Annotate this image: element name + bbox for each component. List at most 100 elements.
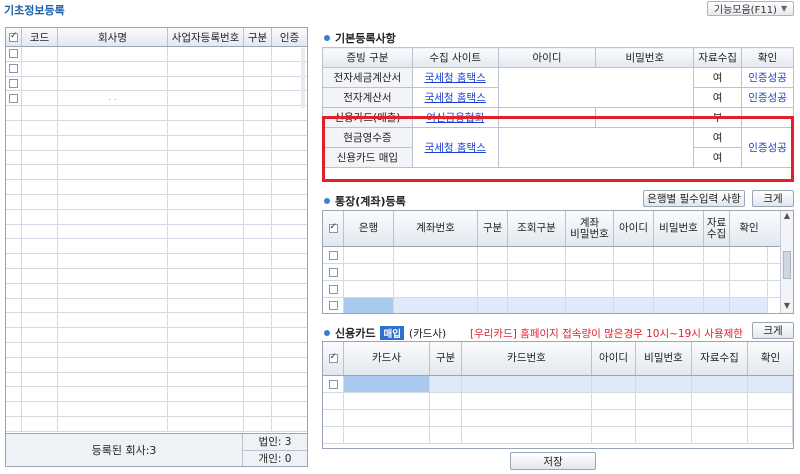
bank-expand-button[interactable]: 크게: [752, 190, 794, 207]
company-grid-scrollbar[interactable]: [301, 48, 305, 108]
division-cell[interactable]: [244, 239, 272, 254]
business-number-cell[interactable]: [168, 194, 244, 209]
row-checkbox[interactable]: [6, 328, 22, 342]
card-cell[interactable]: [430, 376, 462, 392]
company-name-cell[interactable]: [58, 165, 168, 180]
company-name-cell[interactable]: [58, 283, 168, 298]
row-checkbox[interactable]: [6, 76, 22, 91]
business-number-cell[interactable]: [168, 106, 244, 120]
division-cell[interactable]: [244, 120, 272, 135]
company-name-cell[interactable]: [58, 135, 168, 150]
hometax-link[interactable]: 국세청 홈택스: [425, 92, 486, 104]
bank-cell[interactable]: [654, 247, 704, 263]
company-name-cell[interactable]: [58, 180, 168, 194]
business-number-cell[interactable]: [168, 180, 244, 194]
code-cell[interactable]: [22, 150, 58, 165]
card-expand-button[interactable]: 크게: [752, 322, 794, 339]
bank-cell[interactable]: [478, 281, 508, 297]
row-checkbox[interactable]: [6, 150, 22, 165]
division-cell[interactable]: [244, 224, 272, 239]
bank-grid-scrollbar[interactable]: ▲ ▼: [780, 211, 793, 313]
bank-cell[interactable]: [323, 247, 344, 263]
bank-cell[interactable]: [654, 264, 704, 280]
bank-cell[interactable]: [730, 247, 768, 263]
row-checkbox[interactable]: [6, 165, 22, 180]
credit-finance-link[interactable]: 여신금융협회: [426, 112, 484, 124]
company-name-cell[interactable]: [58, 328, 168, 342]
row-checkbox[interactable]: [6, 91, 22, 106]
company-row[interactable]: [6, 268, 307, 284]
code-cell[interactable]: [22, 313, 58, 328]
collect-value[interactable]: 부: [693, 107, 743, 128]
certification-cell[interactable]: [272, 313, 307, 327]
card-cell[interactable]: [692, 376, 748, 392]
bank-row[interactable]: [323, 264, 780, 281]
business-number-cell[interactable]: [168, 120, 244, 135]
certification-cell[interactable]: [272, 343, 307, 357]
card-cell[interactable]: [692, 410, 748, 426]
certification-cell[interactable]: [272, 210, 307, 224]
company-row[interactable]: [6, 313, 307, 329]
row-checkbox[interactable]: [6, 194, 22, 209]
bank-cell[interactable]: [614, 281, 654, 297]
company-name-cell[interactable]: [58, 239, 168, 254]
business-number-cell[interactable]: [168, 283, 244, 298]
company-name-cell[interactable]: [58, 120, 168, 135]
company-name-cell[interactable]: [58, 224, 168, 239]
collect-value[interactable]: 여: [693, 67, 743, 88]
certification-cell[interactable]: [272, 284, 307, 298]
bank-cell[interactable]: [394, 281, 478, 297]
code-cell[interactable]: [22, 268, 58, 283]
company-name-cell[interactable]: [58, 268, 168, 283]
company-name-cell[interactable]: [58, 357, 168, 372]
company-row[interactable]: [6, 135, 307, 151]
card-row[interactable]: [323, 376, 793, 393]
code-cell[interactable]: [22, 224, 58, 239]
card-cell[interactable]: [323, 376, 344, 392]
code-cell[interactable]: [22, 165, 58, 180]
code-cell[interactable]: [22, 387, 58, 402]
business-number-cell[interactable]: [168, 298, 244, 313]
division-cell[interactable]: [244, 268, 272, 283]
row-checkbox[interactable]: [6, 224, 22, 239]
division-cell[interactable]: [244, 254, 272, 268]
bank-cell[interactable]: [508, 298, 566, 313]
division-cell[interactable]: [244, 150, 272, 165]
card-select-all-checkbox[interactable]: [323, 342, 344, 375]
business-number-cell[interactable]: [168, 209, 244, 224]
row-checkbox[interactable]: [6, 357, 22, 372]
code-cell[interactable]: [22, 91, 58, 106]
card-cell[interactable]: [323, 393, 344, 409]
code-cell[interactable]: [22, 239, 58, 254]
division-cell[interactable]: [244, 402, 272, 416]
company-row[interactable]: [6, 239, 307, 255]
business-number-cell[interactable]: [168, 254, 244, 268]
business-number-cell[interactable]: [168, 328, 244, 342]
row-checkbox[interactable]: [6, 313, 22, 328]
row-checkbox[interactable]: [6, 239, 22, 254]
row-checkbox[interactable]: [6, 120, 22, 135]
col-business-number[interactable]: 사업자등록번호: [168, 28, 244, 46]
code-cell[interactable]: [22, 357, 58, 372]
card-cell[interactable]: [344, 376, 430, 392]
company-row[interactable]: [6, 342, 307, 358]
division-cell[interactable]: [244, 342, 272, 357]
certification-cell[interactable]: [272, 121, 307, 135]
credentials-field[interactable]: [497, 127, 695, 168]
certification-cell[interactable]: [272, 299, 307, 313]
row-checkbox[interactable]: [6, 254, 22, 268]
division-cell[interactable]: [244, 165, 272, 180]
bank-row[interactable]: [323, 298, 780, 313]
card-cell[interactable]: [692, 427, 748, 443]
company-row[interactable]: [6, 180, 307, 195]
business-number-cell[interactable]: [168, 61, 244, 76]
bank-row[interactable]: [323, 247, 780, 264]
company-name-cell[interactable]: [58, 298, 168, 313]
collect-value[interactable]: 여: [693, 147, 743, 168]
certification-cell[interactable]: [272, 402, 307, 416]
bank-row[interactable]: [323, 281, 780, 298]
card-cell[interactable]: [692, 393, 748, 409]
scroll-up-icon[interactable]: ▲: [781, 211, 793, 223]
business-number-cell[interactable]: [168, 402, 244, 416]
select-all-checkbox[interactable]: [6, 28, 22, 46]
